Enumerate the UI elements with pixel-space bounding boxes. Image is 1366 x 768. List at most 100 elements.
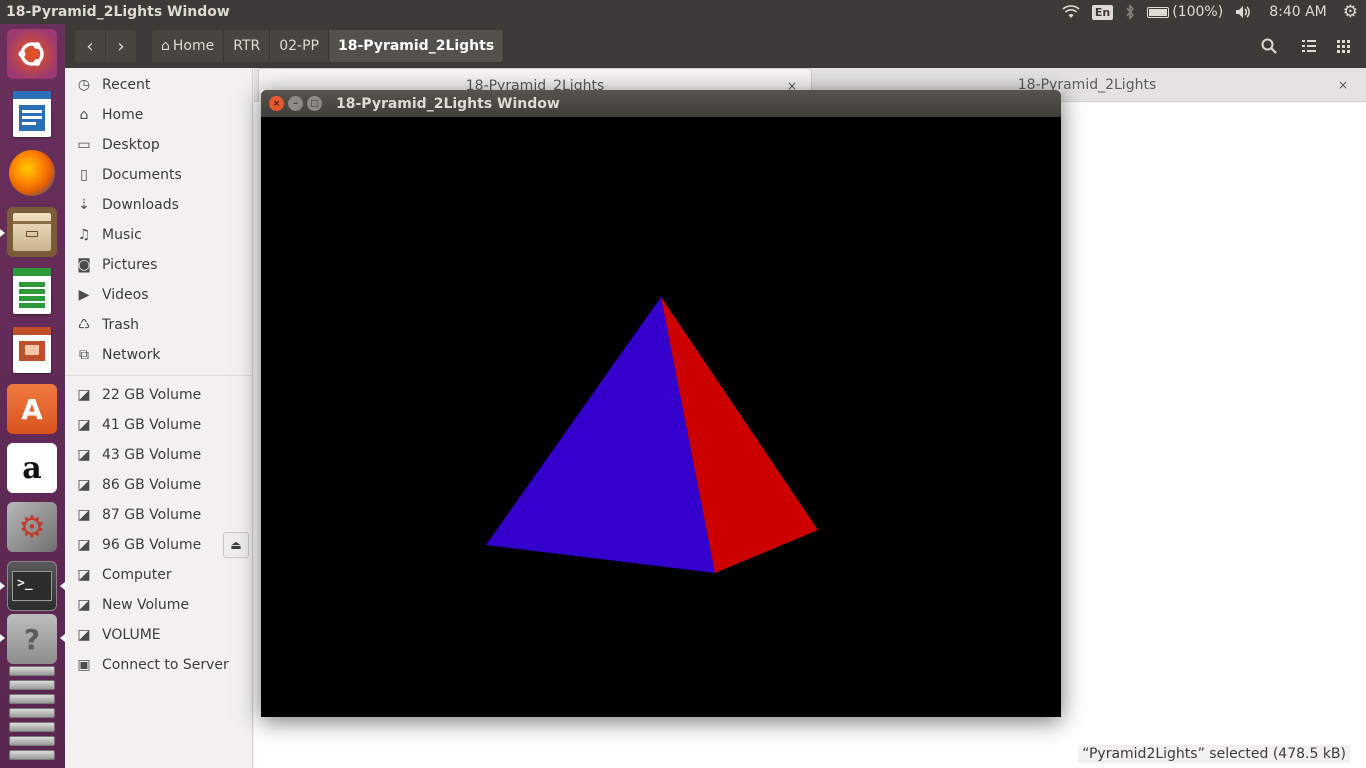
breadcrumb-home-label: Home — [172, 38, 215, 54]
forward-button[interactable]: › — [106, 30, 136, 62]
sidebar-item-new-volume[interactable]: ◪ New Volume — [65, 590, 253, 620]
sidebar-item-network[interactable]: ⧉ Network — [65, 340, 253, 370]
launcher-stack-icon[interactable] — [9, 750, 55, 760]
drive-icon: ◪ — [77, 537, 91, 553]
drive-icon: ◪ — [77, 477, 91, 493]
sidebar-item-label: 86 GB Volume — [102, 477, 202, 493]
breadcrumb: ⌂ Home RTR 02-PP 18-Pyramid_2Lights — [152, 30, 505, 62]
sidebar-item-41-gb-volume[interactable]: ◪ 41 GB Volume — [65, 410, 253, 440]
sidebar-item-downloads[interactable]: ⇣ Downloads — [65, 190, 253, 220]
breadcrumb-current[interactable]: 18-Pyramid_2Lights — [329, 30, 505, 62]
trash-stack-icon[interactable] — [9, 680, 55, 690]
maximize-icon[interactable]: □ — [307, 96, 322, 111]
running-indicator — [0, 582, 5, 590]
amazon-icon[interactable]: a — [7, 443, 57, 493]
pyramid-scene — [486, 297, 818, 573]
clock[interactable]: 8:40 AM — [1259, 0, 1337, 24]
sidebar-item-label: Documents — [102, 167, 182, 183]
sidebar-item-pictures[interactable]: ◙ Pictures — [65, 250, 253, 280]
opengl-window[interactable]: × – □ 18-Pyramid_2Lights Window — [261, 90, 1061, 717]
sidebar-item-volume[interactable]: ◪ VOLUME — [65, 620, 253, 650]
desktop-icon: ▭ — [77, 137, 91, 153]
terminal-icon[interactable]: >_ — [7, 561, 57, 611]
header-actions — [1252, 30, 1366, 62]
workspace-switcher-icon[interactable] — [9, 666, 55, 676]
bluetooth-icon[interactable] — [1119, 0, 1141, 24]
sidebar-item-label: VOLUME — [102, 627, 161, 643]
places-sidebar: ◷ Recent ⌂ Home ▭ Desktop ▯ Documents ⇣ Downloads… — [65, 68, 253, 768]
close-icon[interactable]: × — [269, 96, 284, 111]
sidebar-item-computer[interactable]: ◪ Computer — [65, 560, 253, 590]
launcher: A a ⚙ >_ ? — [0, 24, 65, 768]
firefox-icon[interactable] — [7, 148, 57, 198]
sidebar-item-label: 22 GB Volume — [102, 387, 202, 403]
sidebar-item-label: Recent — [102, 77, 151, 93]
sidebar-item-43-gb-volume[interactable]: ◪ 43 GB Volume — [65, 440, 253, 470]
sidebar-item-label: Home — [102, 107, 144, 123]
sidebar-item-label: Connect to Server — [102, 657, 229, 673]
sidebar-item-87-gb-volume[interactable]: ◪ 87 GB Volume — [65, 500, 253, 530]
drive-icon: ◪ — [77, 447, 91, 463]
home-icon: ⌂ — [161, 38, 170, 54]
music-icon: ♫ — [77, 227, 91, 243]
settings-gear-icon[interactable]: ⚙ — [1337, 0, 1366, 24]
sidebar-item-desktop[interactable]: ▭ Desktop — [65, 130, 253, 160]
window-titlebar[interactable]: × – □ 18-Pyramid_2Lights Window — [261, 90, 1061, 117]
document-icon: ▯ — [80, 167, 88, 183]
breadcrumb-rtr[interactable]: RTR — [224, 30, 271, 62]
volume-icon[interactable] — [1229, 0, 1259, 24]
search-icon[interactable] — [1252, 30, 1286, 62]
sidebar-item-label: Network — [102, 347, 161, 363]
launcher-stack-icon[interactable] — [9, 736, 55, 746]
close-icon[interactable]: × — [1338, 78, 1348, 92]
top-panel: 18-Pyramid_2Lights Window En (100%) 8:40… — [0, 0, 1366, 24]
drive-icon: ◪ — [77, 417, 91, 433]
keyboard-layout-indicator[interactable]: En — [1086, 0, 1119, 24]
launcher-stack-icon[interactable] — [9, 722, 55, 732]
breadcrumb-home[interactable]: ⌂ Home — [152, 30, 225, 62]
sidebar-item-music[interactable]: ♫ Music — [65, 220, 253, 250]
sidebar-divider — [65, 375, 252, 376]
sidebar-item-label: 43 GB Volume — [102, 447, 202, 463]
trash-icon: ♺ — [77, 317, 91, 333]
sidebar-item-label: Trash — [102, 317, 139, 333]
eject-icon[interactable]: ⏏ — [223, 532, 249, 558]
drive-icon: ◪ — [77, 627, 91, 643]
libreoffice-calc-icon[interactable] — [7, 266, 57, 316]
sidebar-item-label: 41 GB Volume — [102, 417, 202, 433]
system-settings-icon[interactable]: ⚙ — [7, 502, 57, 552]
list-view-icon[interactable] — [1292, 30, 1326, 62]
launcher-stack-icon[interactable] — [9, 694, 55, 704]
help-icon[interactable]: ? — [7, 614, 57, 664]
keyboard-layout-label: En — [1091, 4, 1114, 20]
minimize-icon[interactable]: – — [288, 96, 303, 111]
sidebar-item-documents[interactable]: ▯ Documents — [65, 160, 253, 190]
file-manager-header: ‹ › ⌂ Home RTR 02-PP 18-Pyramid_2Lights — [65, 24, 1366, 68]
sidebar-item-trash[interactable]: ♺ Trash — [65, 310, 253, 340]
sidebar-item-recent[interactable]: ◷ Recent — [65, 70, 253, 100]
camera-icon: ◙ — [77, 257, 91, 273]
libreoffice-impress-icon[interactable] — [7, 325, 57, 375]
wifi-icon[interactable] — [1056, 0, 1086, 24]
ubuntu-software-icon[interactable]: A — [7, 384, 57, 434]
breadcrumb-02-pp[interactable]: 02-PP — [270, 30, 329, 62]
files-icon[interactable] — [7, 207, 57, 257]
back-button[interactable]: ‹ — [75, 30, 105, 62]
ubuntu-dash-icon[interactable] — [7, 29, 57, 79]
sidebar-item-label: Pictures — [102, 257, 158, 273]
battery-icon — [1147, 6, 1170, 18]
launcher-stack-icon[interactable] — [9, 708, 55, 718]
sidebar-item-22-gb-volume[interactable]: ◪ 22 GB Volume — [65, 380, 253, 410]
sidebar-item-86-gb-volume[interactable]: ◪ 86 GB Volume — [65, 470, 253, 500]
drive-icon: ◪ — [77, 597, 91, 613]
sidebar-item-home[interactable]: ⌂ Home — [65, 100, 253, 130]
sidebar-item-videos[interactable]: ▶ Videos — [65, 280, 253, 310]
render-canvas[interactable] — [261, 117, 1061, 717]
server-icon: ▣ — [77, 657, 91, 673]
libreoffice-writer-icon[interactable] — [7, 89, 57, 139]
battery-indicator[interactable]: (100%) — [1141, 0, 1229, 24]
grid-view-icon[interactable] — [1326, 30, 1360, 62]
sidebar-item-connect-to-server[interactable]: ▣ Connect to Server — [65, 650, 253, 680]
download-icon: ⇣ — [78, 197, 90, 213]
sidebar-item-label: Computer — [102, 567, 172, 583]
